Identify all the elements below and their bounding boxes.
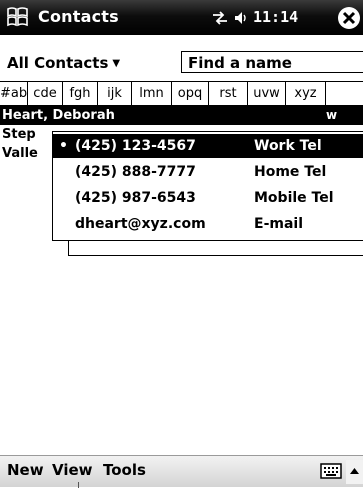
menu-view[interactable]: View [52,461,93,479]
input-selector-arrow-icon[interactable] [346,460,363,484]
contact-name: Step [2,127,36,142]
tab-ab[interactable]: #ab [0,82,28,105]
popup-item-mobile-tel[interactable]: (425) 987-6543 Mobile Tel [53,186,363,210]
tab-rst[interactable]: rst [209,82,248,105]
selected-bullet: • [59,138,68,154]
popup-item-kind: Mobile Tel [254,190,334,206]
list-item[interactable]: Heart, Deborah w [0,106,363,125]
tab-cde[interactable]: cde [28,82,63,105]
find-name-input[interactable]: Find a name [181,51,363,73]
tab-xyz[interactable]: xyz [286,82,326,105]
tab-lmn[interactable]: lmn [132,82,172,105]
contact-index-letter: w [326,108,338,122]
connectivity-icon[interactable] [211,10,229,26]
popup-item-work-tel[interactable]: • (425) 123-4567 Work Tel [53,134,363,158]
menu-new[interactable]: New [7,461,44,479]
alpha-tabs: #ab cde fgh ijk lmn opq rst uvw xyz [0,81,363,106]
clock[interactable]: 11:14 [253,8,298,26]
popup-item-kind: Home Tel [254,164,327,180]
menu-divider [78,482,79,488]
title-bar: Contacts 11:14 [0,0,363,35]
popup-item-kind: Work Tel [254,138,322,154]
tab-uvw[interactable]: uvw [248,82,286,105]
close-icon[interactable] [336,5,362,31]
contact-name: Heart, Deborah [2,108,115,123]
keyboard-icon[interactable] [320,463,342,479]
contact-details-popup: • (425) 123-4567 Work Tel (425) 888-7777… [52,131,363,241]
tab-ijk[interactable]: ijk [98,82,132,105]
windows-start-icon[interactable] [6,5,30,29]
category-dropdown[interactable]: All Contacts ▼ [7,54,120,72]
popup-item-email[interactable]: dheart@xyz.com E-mail [53,212,363,236]
contact-name: Valle [2,146,38,161]
popup-item-kind: E-mail [254,216,304,232]
popup-item-value: (425) 123-4567 [75,138,196,154]
app-title: Contacts [38,7,119,26]
popup-item-value: (425) 987-6543 [75,190,196,206]
popup-item-value: (425) 888-7777 [75,164,196,180]
menu-bar: New View Tools [0,455,363,488]
popup-item-home-tel[interactable]: (425) 888-7777 Home Tel [53,160,363,184]
filter-row: All Contacts ▼ Find a name [0,50,363,76]
category-label: All Contacts [7,54,109,72]
chevron-down-icon: ▼ [112,58,121,69]
popup-item-value: dheart@xyz.com [75,216,206,232]
menu-tools[interactable]: Tools [103,461,146,479]
tab-fgh[interactable]: fgh [63,82,98,105]
volume-icon[interactable] [232,9,250,27]
tab-opq[interactable]: opq [172,82,209,105]
